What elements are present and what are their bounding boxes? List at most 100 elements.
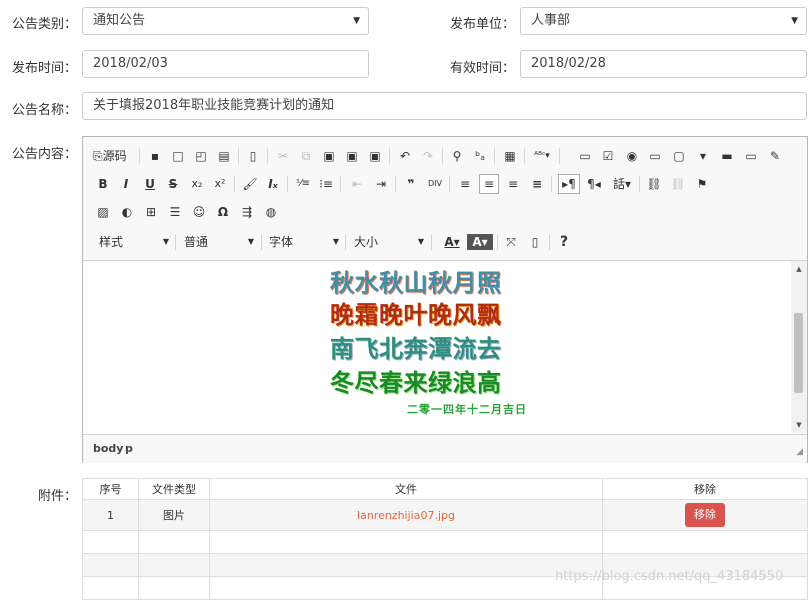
preview-icon[interactable]: ◰ xyxy=(191,146,211,166)
rtl-icon[interactable]: ¶◂ xyxy=(583,174,605,194)
select-all-icon[interactable]: ▦ xyxy=(500,146,520,166)
smiley-icon[interactable]: ☺ xyxy=(189,202,209,222)
font-combo[interactable]: 字体 ▼ xyxy=(269,231,339,253)
italic-icon[interactable]: I xyxy=(116,174,136,194)
form-icon[interactable]: ▭ xyxy=(575,146,595,166)
editor-scrollbar[interactable]: ▲ ▼ xyxy=(791,261,807,433)
category-label: 公告类别： xyxy=(12,17,78,32)
align-center-icon[interactable]: ≡ xyxy=(479,174,499,194)
strikethrough-icon[interactable]: S xyxy=(163,174,183,194)
valid-time-input[interactable]: 2018/02/28 xyxy=(520,50,807,78)
publish-time-input[interactable]: 2018/02/03 xyxy=(82,50,369,78)
save-icon[interactable]: ▪ xyxy=(145,146,165,166)
special-char-icon[interactable]: Ω xyxy=(213,202,233,222)
toolbar-separator xyxy=(442,148,443,164)
show-blocks-icon[interactable]: ▯ xyxy=(525,232,545,252)
flash-icon[interactable]: ◐ xyxy=(117,202,137,222)
remove-button[interactable]: 移除 xyxy=(685,503,725,527)
page-break-icon[interactable]: ⇶ xyxy=(237,202,257,222)
remove-format-icon[interactable]: Iₓ xyxy=(263,174,283,194)
align-right-icon[interactable]: ≡ xyxy=(503,174,523,194)
select-field-icon[interactable]: ▾ xyxy=(693,146,713,166)
name-input[interactable]: 关于填报2018年职业技能竞赛计划的通知 xyxy=(82,92,807,120)
attachment-label: 附件： xyxy=(38,489,78,504)
template-icon[interactable]: ▯ xyxy=(243,146,263,166)
style-combo[interactable]: 样式 ▼ xyxy=(99,231,169,253)
outdent-icon[interactable]: ⇤ xyxy=(347,174,367,194)
toolbar-separator xyxy=(261,234,262,250)
category-value: 通知公告 xyxy=(93,13,146,28)
superscript-icon[interactable]: x² xyxy=(210,174,230,194)
unit-select[interactable]: 人事部 ▼ xyxy=(520,7,807,35)
underline-icon[interactable]: U xyxy=(140,174,160,194)
unit-label: 发布单位： xyxy=(450,17,516,32)
spellcheck-icon[interactable]: ᴬᴮᶜ▾ xyxy=(529,146,555,166)
undo-icon[interactable]: ↶ xyxy=(395,146,415,166)
copy-format-icon[interactable]: 🖌 xyxy=(240,174,260,194)
paste-text-icon[interactable]: ▣ xyxy=(342,146,362,166)
toolbar-separator xyxy=(389,148,390,164)
toolbar-separator xyxy=(287,176,288,192)
text-color-icon[interactable]: A▾ xyxy=(439,232,465,252)
copy-icon[interactable]: ⧉ xyxy=(296,146,316,166)
find-icon[interactable]: ⚲ xyxy=(447,146,467,166)
print-icon[interactable]: ▤ xyxy=(214,146,234,166)
poem-line-1: 秋水秋山秋月照 xyxy=(330,268,502,297)
align-left-icon[interactable]: ≡ xyxy=(455,174,475,194)
toolbar-separator xyxy=(431,234,432,250)
cut-icon[interactable]: ✂ xyxy=(273,146,293,166)
maximize-icon[interactable]: ⤧ xyxy=(501,232,521,252)
button-field-icon[interactable]: ▬ xyxy=(717,146,737,166)
editor-toolbar: ⎘源码 ▪ □ ◰ ▤ ▯ ✂ ⧉ ▣ ▣ ▣ ↶ ↷ ⚲ ᵇₐ ▦ ᴬᴮᶜ▾ … xyxy=(83,137,807,261)
path-p[interactable]: p xyxy=(125,442,133,455)
textarea-icon[interactable]: ▢ xyxy=(669,146,689,166)
paste-word-icon[interactable]: ▣ xyxy=(365,146,385,166)
editor-content[interactable]: 秋水秋山秋月照 晚霜晚叶晚风飘 南飞北奔潭流去 冬尽春来绿浪高 二零一四年十二月… xyxy=(83,261,791,433)
ltr-icon[interactable]: ▸¶ xyxy=(558,174,580,194)
textfield-icon[interactable]: ▭ xyxy=(645,146,665,166)
div-icon[interactable]: DIV xyxy=(425,174,445,194)
subscript-icon[interactable]: x₂ xyxy=(187,174,207,194)
link-icon[interactable]: ⛓ xyxy=(644,174,664,194)
size-combo[interactable]: 大小 ▼ xyxy=(354,231,424,253)
source-button[interactable]: ⎘源码 xyxy=(93,146,133,166)
hidden-field-icon[interactable]: ✎ xyxy=(765,146,785,166)
path-body[interactable]: body xyxy=(93,442,123,455)
iframe-icon[interactable]: ◍ xyxy=(261,202,281,222)
language-icon[interactable]: 話▾ xyxy=(609,174,635,194)
unit-value: 人事部 xyxy=(531,13,571,28)
bulleted-list-icon[interactable]: ⁝≡ xyxy=(316,174,336,194)
scroll-down-icon[interactable]: ▼ xyxy=(791,421,807,429)
redo-icon[interactable]: ↷ xyxy=(418,146,438,166)
anchor-flag-icon[interactable]: ⚑ xyxy=(692,174,712,194)
toolbar-separator xyxy=(497,234,498,250)
resize-handle-icon[interactable]: ◢ xyxy=(796,447,803,457)
radio-icon[interactable]: ◉ xyxy=(622,146,642,166)
publish-time-label: 发布时间： xyxy=(12,61,78,76)
new-page-icon[interactable]: □ xyxy=(168,146,188,166)
justify-icon[interactable]: ≡ xyxy=(527,174,547,194)
bg-color-icon[interactable]: A▾ xyxy=(467,234,493,250)
indent-icon[interactable]: ⇥ xyxy=(371,174,391,194)
unlink-icon[interactable]: ⛓ xyxy=(668,174,688,194)
replace-icon[interactable]: ᵇₐ xyxy=(470,146,490,166)
image-button-icon[interactable]: ▭ xyxy=(741,146,761,166)
blockquote-icon[interactable]: ❞ xyxy=(401,174,421,194)
help-icon[interactable]: ? xyxy=(554,232,574,252)
format-combo[interactable]: 普通 ▼ xyxy=(184,231,254,253)
horizontal-line-icon[interactable]: ☰ xyxy=(165,202,185,222)
scroll-up-icon[interactable]: ▲ xyxy=(791,265,807,273)
file-link[interactable]: lanrenzhijia07.jpg xyxy=(357,509,455,522)
numbered-list-icon[interactable]: ⅟≡ xyxy=(293,174,313,194)
paste-icon[interactable]: ▣ xyxy=(319,146,339,166)
category-select[interactable]: 通知公告 ▼ xyxy=(82,7,369,35)
rich-text-editor[interactable]: ⎘源码 ▪ □ ◰ ▤ ▯ ✂ ⧉ ▣ ▣ ▣ ↶ ↷ ⚲ ᵇₐ ▦ ᴬᴮᶜ▾ … xyxy=(82,136,808,463)
name-value: 关于填报2018年职业技能竞赛计划的通知 xyxy=(93,98,335,113)
toolbar-separator xyxy=(345,234,346,250)
scroll-thumb[interactable] xyxy=(794,313,803,393)
watermark: https://blog.csdn.net/qq_43184550 xyxy=(555,569,784,584)
image-icon[interactable]: ▨ xyxy=(93,202,113,222)
bold-icon[interactable]: B xyxy=(93,174,113,194)
table-icon[interactable]: ⊞ xyxy=(141,202,161,222)
checkbox-icon[interactable]: ☑ xyxy=(598,146,618,166)
